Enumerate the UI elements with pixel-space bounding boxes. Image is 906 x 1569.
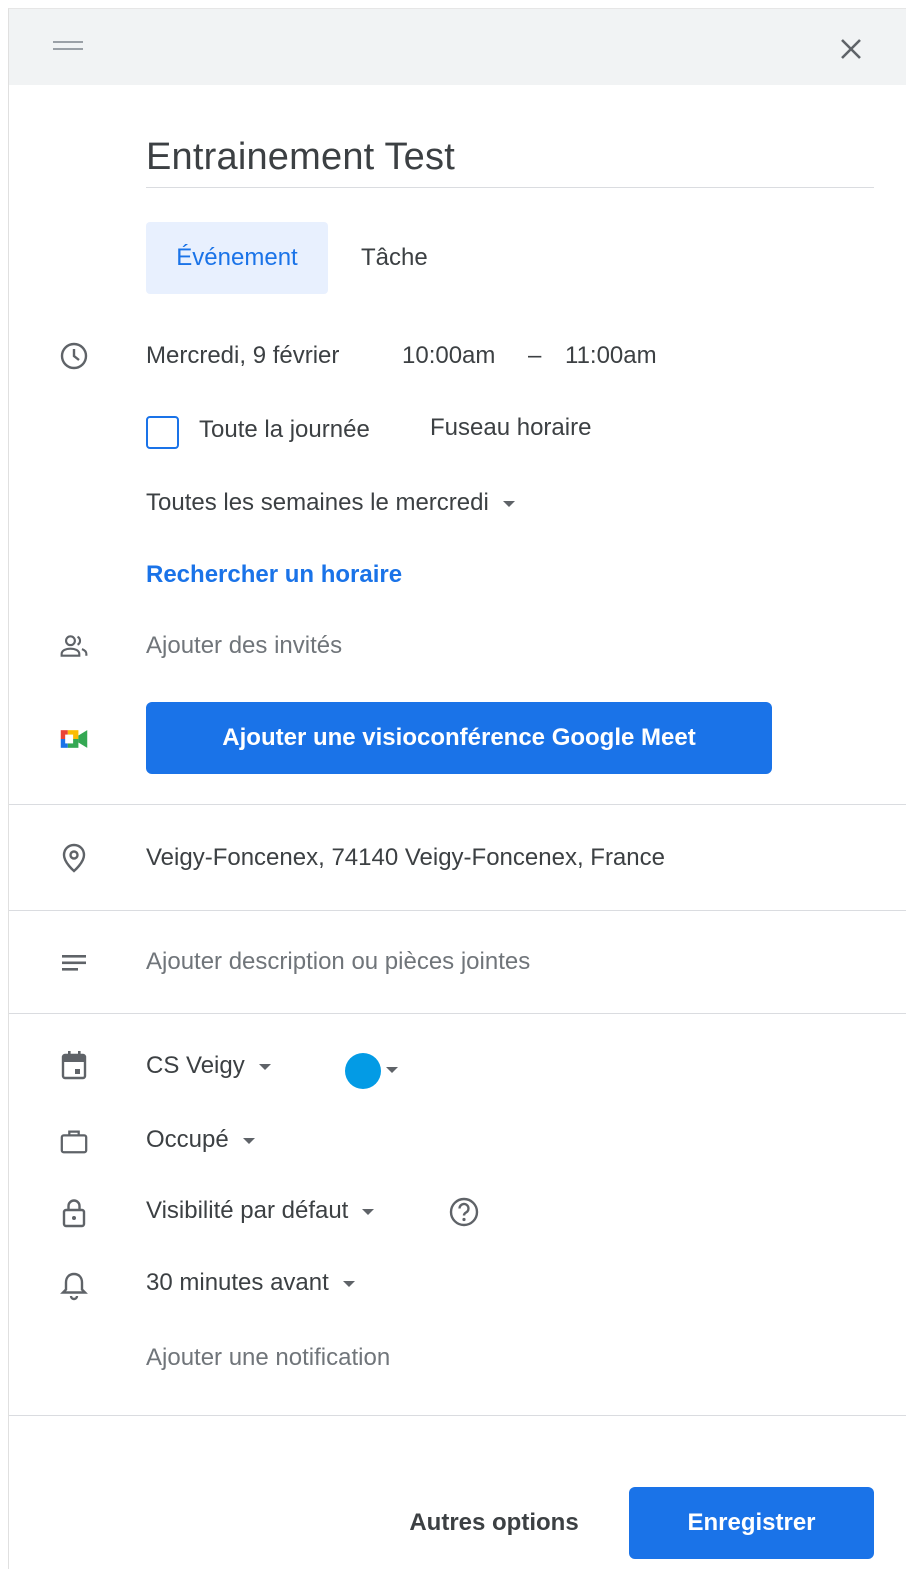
all-day-label[interactable]: Toute la journée — [199, 416, 370, 444]
visibility-dropdown[interactable]: Visibilité par défaut — [146, 1197, 375, 1225]
notification-dropdown[interactable]: 30 minutes avant — [146, 1269, 355, 1297]
recurrence-dropdown[interactable]: Toutes les semaines le mercredi — [146, 489, 515, 517]
drag-handle-icon[interactable] — [53, 41, 83, 51]
bell-icon — [59, 1270, 89, 1301]
help-icon[interactable] — [448, 1196, 480, 1228]
location-pin-icon — [59, 843, 89, 873]
time-separator: – — [528, 342, 542, 369]
google-meet-icon — [59, 724, 89, 754]
clock-icon — [59, 341, 89, 371]
date-field[interactable]: Mercredi, 9 février — [146, 342, 339, 370]
save-button[interactable]: Enregistrer — [629, 1487, 874, 1559]
close-icon[interactable] — [835, 33, 867, 65]
tab-event[interactable]: Événement — [146, 222, 328, 294]
calendar-icon — [59, 1051, 89, 1081]
divider — [9, 910, 906, 911]
location-field[interactable]: Veigy-Foncenex, 74140 Veigy-Foncenex, Fr… — [146, 844, 665, 872]
calendar-dropdown[interactable]: CS Veigy — [146, 1052, 271, 1080]
dialog-header — [9, 9, 906, 85]
tab-task[interactable]: Tâche — [343, 222, 446, 294]
visibility-value: Visibilité par défaut — [146, 1197, 349, 1224]
divider — [9, 1013, 906, 1014]
start-time-field[interactable]: 10:00am — [402, 342, 495, 370]
recurrence-value: Toutes les semaines le mercredi — [146, 489, 489, 516]
calendar-name: CS Veigy — [146, 1052, 245, 1079]
timezone-button[interactable]: Fuseau horaire — [430, 414, 591, 442]
notification-value: 30 minutes avant — [146, 1269, 329, 1296]
add-notification-link[interactable]: Ajouter une notification — [146, 1344, 390, 1372]
end-time-field[interactable]: 11:00am — [565, 342, 657, 370]
chevron-down-icon — [242, 1137, 255, 1144]
people-icon — [59, 631, 89, 661]
guests-input[interactable]: Ajouter des invités — [146, 632, 342, 660]
description-input[interactable]: Ajouter description ou pièces jointes — [146, 948, 530, 976]
chevron-down-icon — [502, 500, 515, 507]
description-icon — [59, 948, 89, 978]
chevron-down-icon — [342, 1280, 355, 1287]
lock-icon — [59, 1198, 89, 1228]
title-input[interactable]: Entrainement Test — [146, 137, 874, 177]
event-dialog: Entrainement Test Événement Tâche Mercre… — [8, 8, 906, 1569]
chevron-down-icon[interactable] — [386, 1067, 398, 1073]
all-day-checkbox[interactable] — [146, 416, 179, 449]
availability-dropdown[interactable]: Occupé — [146, 1126, 255, 1154]
briefcase-icon — [59, 1126, 89, 1156]
chevron-down-icon — [258, 1063, 271, 1070]
chevron-down-icon — [362, 1208, 375, 1215]
availability-value: Occupé — [146, 1126, 229, 1153]
more-options-button[interactable]: Autres options — [384, 1487, 604, 1559]
find-time-link[interactable]: Rechercher un horaire — [146, 561, 402, 589]
add-google-meet-button[interactable]: Ajouter une visioconférence Google Meet — [146, 702, 772, 774]
divider — [9, 804, 906, 805]
title-field[interactable]: Entrainement Test — [146, 137, 874, 188]
event-color-picker[interactable] — [345, 1053, 381, 1089]
divider — [9, 1415, 906, 1416]
